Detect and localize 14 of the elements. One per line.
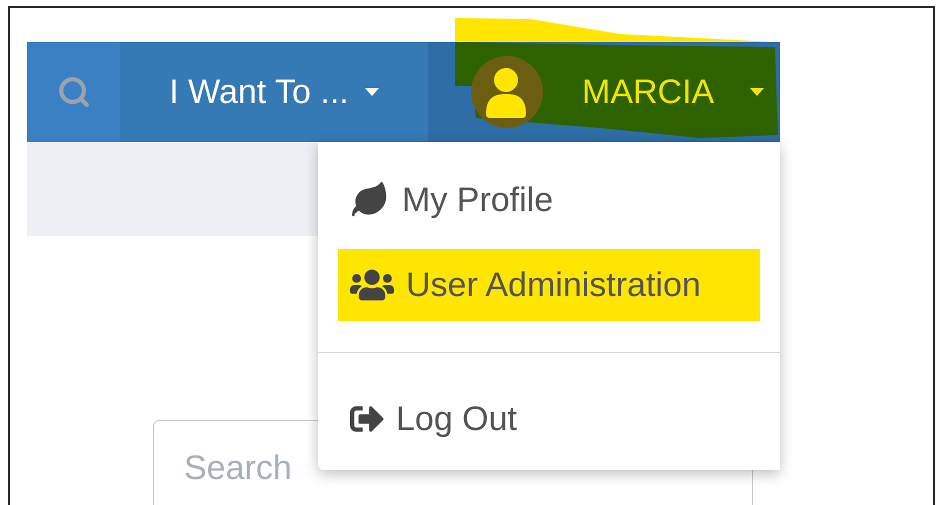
user-menu-button[interactable]: MARCIA <box>428 42 780 142</box>
menu-item[interactable]: User Administration <box>318 249 780 321</box>
avatar-icon <box>468 56 546 128</box>
menu-dropdown[interactable]: I Want To ... <box>120 42 428 142</box>
caret-icon <box>364 88 379 96</box>
menu-item-label: Log Out <box>396 398 517 440</box>
menu-item[interactable]: Log Out <box>318 383 780 455</box>
menu-item-label: User Administration <box>406 264 701 306</box>
menu-item-label: My Profile <box>402 180 554 220</box>
caret-icon <box>750 88 764 96</box>
search-button[interactable] <box>27 42 120 142</box>
menu-item[interactable]: My Profile <box>318 164 780 236</box>
search-icon <box>56 75 90 109</box>
user-name: MARCIA <box>582 72 714 112</box>
